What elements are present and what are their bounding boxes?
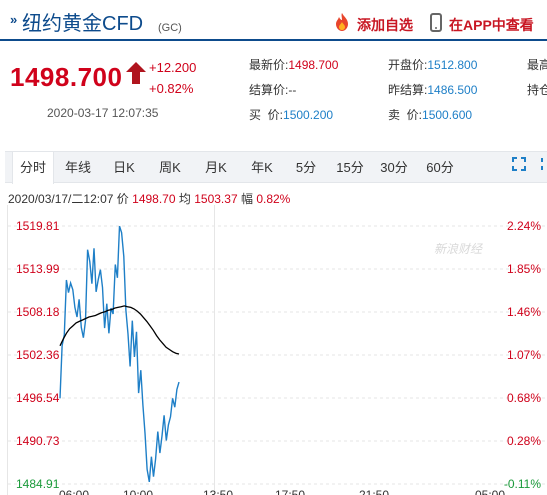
- info-pct: 0.82%: [256, 192, 291, 206]
- view-in-app-button[interactable]: 在APP中查看: [449, 15, 534, 35]
- quote-field-label: 昨结算:: [388, 83, 428, 97]
- x-tick-label: 17:50: [275, 488, 305, 495]
- phone-icon[interactable]: [430, 13, 442, 32]
- quote-field: 昨结算:1486.500: [388, 81, 477, 99]
- pct-tick-label: 0.68%: [507, 391, 541, 405]
- tab-3[interactable]: 周K: [150, 152, 190, 183]
- x-tick-label: 05:00: [475, 488, 505, 495]
- flame-icon[interactable]: [332, 12, 352, 32]
- quote-field-label: 卖 价:: [388, 108, 423, 122]
- tab-2[interactable]: 日K: [104, 152, 144, 183]
- pct-tick-label: 1.46%: [507, 305, 541, 319]
- page-header: » 纽约黄金CFD (GC) 添加自选 在APP中查看: [0, 0, 547, 41]
- y-tick-label: 1490.73: [16, 434, 60, 448]
- info-datetime: 2020/03/17/二12:07: [8, 192, 114, 206]
- pct-tick-label: 2.24%: [507, 219, 541, 233]
- pct-tick-label: 1.85%: [507, 262, 541, 276]
- watermark-logo: 新浪财经: [434, 242, 484, 256]
- tab-5[interactable]: 年K: [242, 152, 282, 183]
- y-tick-label: 1513.99: [16, 262, 60, 276]
- quote-field-label: 开盘价:: [388, 58, 428, 72]
- quote-field-value: 1500.600: [422, 108, 473, 122]
- price-line: [59, 225, 180, 483]
- up-arrow-icon: [126, 62, 146, 84]
- quote-field: 买 价:1500.200: [249, 106, 333, 124]
- price-change-percent: +0.82%: [149, 81, 194, 96]
- header-divider: [0, 39, 547, 41]
- quote-field-value: 1498.700: [288, 58, 339, 72]
- info-avg-label: 均: [178, 192, 191, 206]
- quote-field-label: 最高: [527, 58, 547, 72]
- quote-field: 最新价:1498.700: [249, 56, 338, 74]
- quote-field-value: --: [288, 83, 297, 97]
- x-tick-label: 10:00: [123, 488, 153, 495]
- y-tick-label: 1484.91: [16, 477, 60, 491]
- tab-8[interactable]: 30分: [374, 152, 414, 183]
- quote-field-value: 1512.800: [427, 58, 478, 72]
- period-tabs: 分时 年线 日K 周K 月K 年K 5分 15分 30分 60分: [5, 151, 547, 184]
- fullscreen-icon[interactable]: [512, 157, 526, 171]
- info-price-label: 价: [116, 192, 129, 206]
- quote-field-label: 最新价:: [249, 58, 289, 72]
- add-favorite-button[interactable]: 添加自选: [357, 15, 413, 35]
- quote-field: 最高: [527, 56, 547, 74]
- price-change: +12.200: [149, 60, 197, 75]
- x-tick-label: 13:50: [203, 488, 233, 495]
- info-avg: 1503.37: [194, 192, 238, 206]
- quote-field: 持仓: [527, 81, 547, 99]
- pct-tick-label: -0.11%: [504, 477, 541, 491]
- y-tick-label: 1496.54: [16, 391, 60, 405]
- quote-field: 卖 价:1500.600: [388, 106, 472, 124]
- quote-field: 开盘价:1512.800: [388, 56, 477, 74]
- last-price: 1498.700: [10, 62, 123, 92]
- y-tick-label: 1508.18: [16, 305, 60, 319]
- tab-4[interactable]: 月K: [196, 152, 236, 183]
- quote-field-value: 1500.200: [283, 108, 334, 122]
- info-price: 1498.70: [132, 192, 176, 206]
- quote-field-label: 买 价:: [249, 108, 284, 122]
- tab-9[interactable]: 60分: [418, 152, 462, 183]
- tab-0[interactable]: 分时: [12, 152, 54, 184]
- expand-icon[interactable]: [541, 157, 547, 171]
- instrument-title: 纽约黄金CFD: [22, 13, 144, 35]
- instrument-code: (GC): [158, 22, 182, 34]
- quote-field-label: 持仓: [527, 83, 547, 97]
- y-tick-label: 1519.81: [16, 219, 60, 233]
- pct-tick-label: 1.07%: [507, 348, 541, 362]
- quote-field-value: 1486.500: [427, 83, 478, 97]
- quote-datetime: 2020-03-17 12:07:35: [47, 106, 159, 120]
- quote-field-label: 结算价:: [249, 83, 289, 97]
- tab-6[interactable]: 5分: [288, 152, 324, 183]
- pct-tick-label: 0.28%: [507, 434, 541, 448]
- title-arrow-icon: »: [10, 12, 18, 27]
- x-tick-label: 06:00: [59, 488, 89, 495]
- intraday-chart[interactable]: 1519.81 2.24% 1513.99 1.85% 1508.18 1.46% 1502…: [0, 205, 547, 495]
- x-tick-label: 21:50: [359, 488, 389, 495]
- info-pct-label: 幅: [240, 192, 253, 206]
- quote-field: 结算价:--: [249, 81, 296, 99]
- tab-7[interactable]: 15分: [330, 152, 370, 183]
- y-tick-label: 1502.36: [16, 348, 60, 362]
- tab-1[interactable]: 年线: [58, 152, 98, 183]
